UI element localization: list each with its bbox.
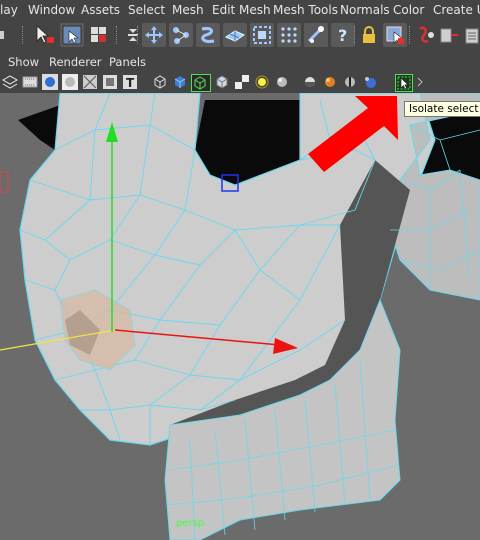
selection-mask-icon[interactable] bbox=[383, 23, 407, 47]
paint-select-icon[interactable] bbox=[87, 23, 111, 47]
select-icon[interactable] bbox=[33, 23, 57, 47]
head-mesh-render[interactable] bbox=[0, 93, 480, 540]
checker-icon[interactable] bbox=[234, 74, 250, 90]
svg-text:?: ? bbox=[338, 26, 347, 45]
panel-menu-panels[interactable]: Panels bbox=[109, 55, 146, 69]
menu-edit-mesh[interactable]: Edit Mesh bbox=[212, 3, 271, 17]
render-icon[interactable] bbox=[438, 23, 462, 47]
panel-menu-renderer[interactable]: Renderer bbox=[49, 55, 102, 69]
toolbar-divider bbox=[137, 26, 140, 44]
snap-point-icon[interactable] bbox=[277, 23, 301, 47]
menu-color[interactable]: Color bbox=[393, 3, 424, 17]
perspective-viewport[interactable] bbox=[0, 93, 480, 540]
toolbar-divider bbox=[409, 26, 412, 44]
toolbar-expand-icon[interactable] bbox=[416, 74, 424, 90]
wireframe-toggle-icon[interactable] bbox=[1, 74, 19, 90]
toolbar-divider bbox=[116, 26, 119, 44]
menu-window[interactable]: Window bbox=[28, 3, 75, 17]
lighting-icon[interactable] bbox=[254, 74, 270, 90]
rotate-icon[interactable] bbox=[169, 23, 193, 47]
motion-blur-icon[interactable] bbox=[322, 74, 338, 90]
snap-curve-icon[interactable] bbox=[250, 23, 274, 47]
textured-icon[interactable] bbox=[214, 74, 230, 90]
panel-menubar: Show Renderer Panels bbox=[0, 52, 480, 71]
menu-create-uv[interactable]: Create UV bbox=[433, 3, 480, 17]
isolate-select-icon[interactable] bbox=[395, 74, 413, 92]
shaded-sphere-icon[interactable] bbox=[42, 74, 58, 90]
lasso-icon[interactable] bbox=[60, 23, 84, 47]
menu-assets[interactable]: Assets bbox=[81, 3, 120, 17]
main-menubar: lay Window Assets Select Mesh Edit Mesh … bbox=[0, 0, 480, 20]
snap-grid-icon[interactable] bbox=[223, 23, 247, 47]
help-icon[interactable]: ? bbox=[331, 23, 355, 47]
scale-icon[interactable] bbox=[196, 23, 220, 47]
lock-icon[interactable] bbox=[357, 23, 381, 47]
default-material-icon[interactable] bbox=[62, 74, 78, 90]
panel-toolbar: T bbox=[0, 71, 480, 93]
panel-menu-show[interactable]: Show bbox=[8, 55, 39, 69]
anti-aliasing-icon[interactable] bbox=[342, 74, 358, 90]
menu-mesh[interactable]: Mesh bbox=[172, 3, 204, 17]
smooth-shade-icon[interactable] bbox=[172, 74, 188, 90]
isolate-select-tooltip: Isolate select bbox=[404, 101, 480, 117]
xray-icon[interactable] bbox=[82, 74, 98, 90]
status-toolbar: ? bbox=[0, 20, 480, 52]
menu-display[interactable]: lay bbox=[0, 3, 18, 17]
wireframe-cube-icon[interactable] bbox=[152, 74, 168, 90]
camera-label: persp bbox=[176, 518, 205, 529]
menu-mesh-tools[interactable]: Mesh Tools bbox=[273, 3, 338, 17]
snap-plane-icon[interactable] bbox=[304, 23, 328, 47]
move-icon[interactable] bbox=[142, 23, 166, 47]
shadows-icon[interactable] bbox=[274, 74, 290, 90]
toolbar-divider bbox=[22, 26, 25, 44]
layout-icon[interactable] bbox=[0, 23, 6, 47]
resolution-gate-icon[interactable] bbox=[102, 74, 118, 90]
screen-space-ao-icon[interactable] bbox=[302, 74, 318, 90]
history-icon[interactable] bbox=[414, 23, 438, 47]
render-settings-icon[interactable] bbox=[462, 23, 480, 47]
depth-of-field-icon[interactable] bbox=[362, 74, 378, 90]
menu-select[interactable]: Select bbox=[128, 3, 165, 17]
svg-text:T: T bbox=[126, 76, 135, 90]
film-gate-icon[interactable] bbox=[22, 74, 38, 90]
menu-normals[interactable]: Normals bbox=[340, 3, 390, 17]
wireframe-on-shaded-icon[interactable] bbox=[191, 74, 211, 92]
text-label-icon[interactable]: T bbox=[122, 74, 138, 90]
